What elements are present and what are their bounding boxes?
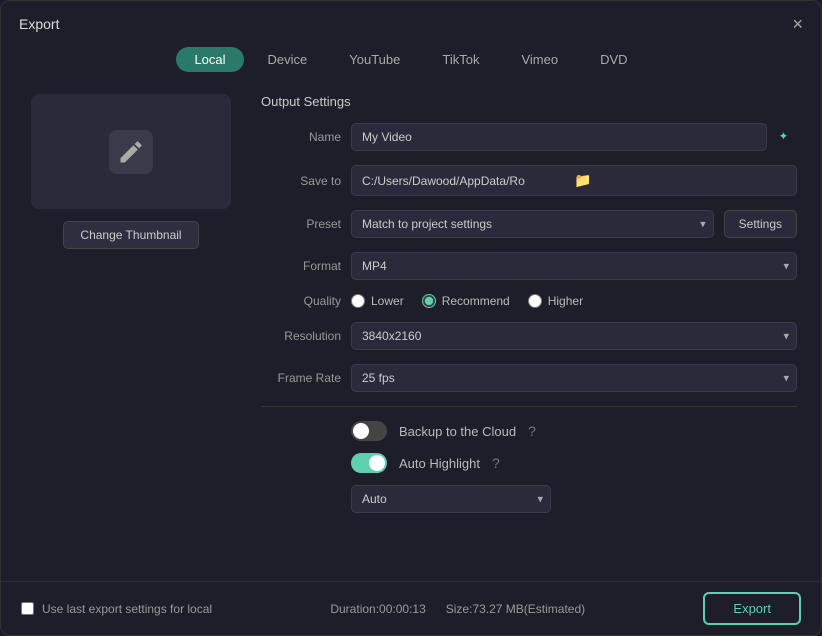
tab-local[interactable]: Local [176,47,243,72]
save-to-field: C:/Users/Dawood/AppData/Ro 📁 [351,165,797,196]
quality-row: Quality Lower Recommend Higher [261,294,797,308]
ai-icon[interactable]: ✦ [777,126,797,149]
save-to-label: Save to [261,174,341,188]
tab-vimeo[interactable]: Vimeo [503,47,576,72]
thumbnail-preview [31,94,231,209]
export-info: Duration:00:00:13 Size:73.27 MB(Estimate… [330,602,585,616]
name-label: Name [261,130,341,144]
title-bar: Export × [1,1,821,43]
last-settings-label: Use last export settings for local [42,602,212,616]
quality-radio-group: Lower Recommend Higher [351,294,583,308]
frame-rate-select[interactable]: 25 fps [351,364,797,392]
thumbnail-icon [109,130,153,174]
divider [261,406,797,407]
resolution-row: Resolution 3840x2160 [261,322,797,350]
frame-rate-row: Frame Rate 25 fps [261,364,797,392]
export-dialog: Export × Local Device YouTube TikTok Vim… [0,0,822,636]
preset-select-wrap: Match to project settings [351,210,714,238]
folder-icon[interactable]: 📁 [574,172,786,189]
last-settings-checkbox[interactable] [21,602,34,615]
tab-device[interactable]: Device [250,47,326,72]
export-button[interactable]: Export [703,592,801,625]
format-row: Format MP4 [261,252,797,280]
preset-label: Preset [261,217,341,231]
backup-help-icon[interactable]: ? [528,423,536,439]
tab-dvd[interactable]: DVD [582,47,645,72]
tab-youtube[interactable]: YouTube [331,47,418,72]
left-panel: Change Thumbnail [21,94,241,571]
main-content: Change Thumbnail Output Settings Name ✦ … [1,84,821,581]
resolution-select-wrap: 3840x2160 [351,322,797,350]
quality-lower[interactable]: Lower [351,294,404,308]
auto-select[interactable]: Auto [351,485,551,513]
resolution-select[interactable]: 3840x2160 [351,322,797,350]
duration-text: Duration:00:00:13 [330,602,425,616]
quality-recommend[interactable]: Recommend [422,294,510,308]
tab-bar: Local Device YouTube TikTok Vimeo DVD [1,43,821,84]
name-row: Name ✦ [261,123,797,151]
quality-lower-label: Lower [371,294,404,308]
auto-highlight-row: Auto Highlight ? [261,453,797,473]
backup-row: Backup to the Cloud ? [261,421,797,441]
format-label: Format [261,259,341,273]
backup-toggle[interactable] [351,421,387,441]
format-select[interactable]: MP4 [351,252,797,280]
right-panel: Output Settings Name ✦ Save to C:/Users/… [261,94,801,571]
bottom-bar: Use last export settings for local Durat… [1,581,821,635]
auto-highlight-label: Auto Highlight [399,456,480,471]
quality-higher-label: Higher [548,294,583,308]
frame-rate-label: Frame Rate [261,371,341,385]
size-text: Size:73.27 MB(Estimated) [446,602,585,616]
auto-highlight-toggle[interactable] [351,453,387,473]
change-thumbnail-button[interactable]: Change Thumbnail [63,221,198,249]
tab-tiktok[interactable]: TikTok [424,47,497,72]
preset-select[interactable]: Match to project settings [351,210,714,238]
save-to-value: C:/Users/Dawood/AppData/Ro [362,174,574,188]
save-to-row: Save to C:/Users/Dawood/AppData/Ro 📁 [261,165,797,196]
format-select-wrap: MP4 [351,252,797,280]
dialog-title: Export [19,16,59,32]
auto-highlight-help-icon[interactable]: ? [492,455,500,471]
quality-recommend-radio[interactable] [422,294,436,308]
auto-row: Auto [261,485,797,513]
auto-select-wrap: Auto [351,485,551,513]
close-button[interactable]: × [792,15,803,33]
resolution-label: Resolution [261,329,341,343]
frame-rate-select-wrap: 25 fps [351,364,797,392]
quality-higher-radio[interactable] [528,294,542,308]
quality-label: Quality [261,294,341,308]
quality-higher[interactable]: Higher [528,294,583,308]
quality-recommend-label: Recommend [442,294,510,308]
preset-row: Preset Match to project settings Setting… [261,210,797,238]
name-input[interactable] [351,123,767,151]
svg-text:✦: ✦ [779,130,789,143]
backup-label: Backup to the Cloud [399,424,516,439]
settings-button[interactable]: Settings [724,210,797,238]
section-title: Output Settings [261,94,797,109]
last-settings-row: Use last export settings for local [21,602,212,616]
quality-lower-radio[interactable] [351,294,365,308]
